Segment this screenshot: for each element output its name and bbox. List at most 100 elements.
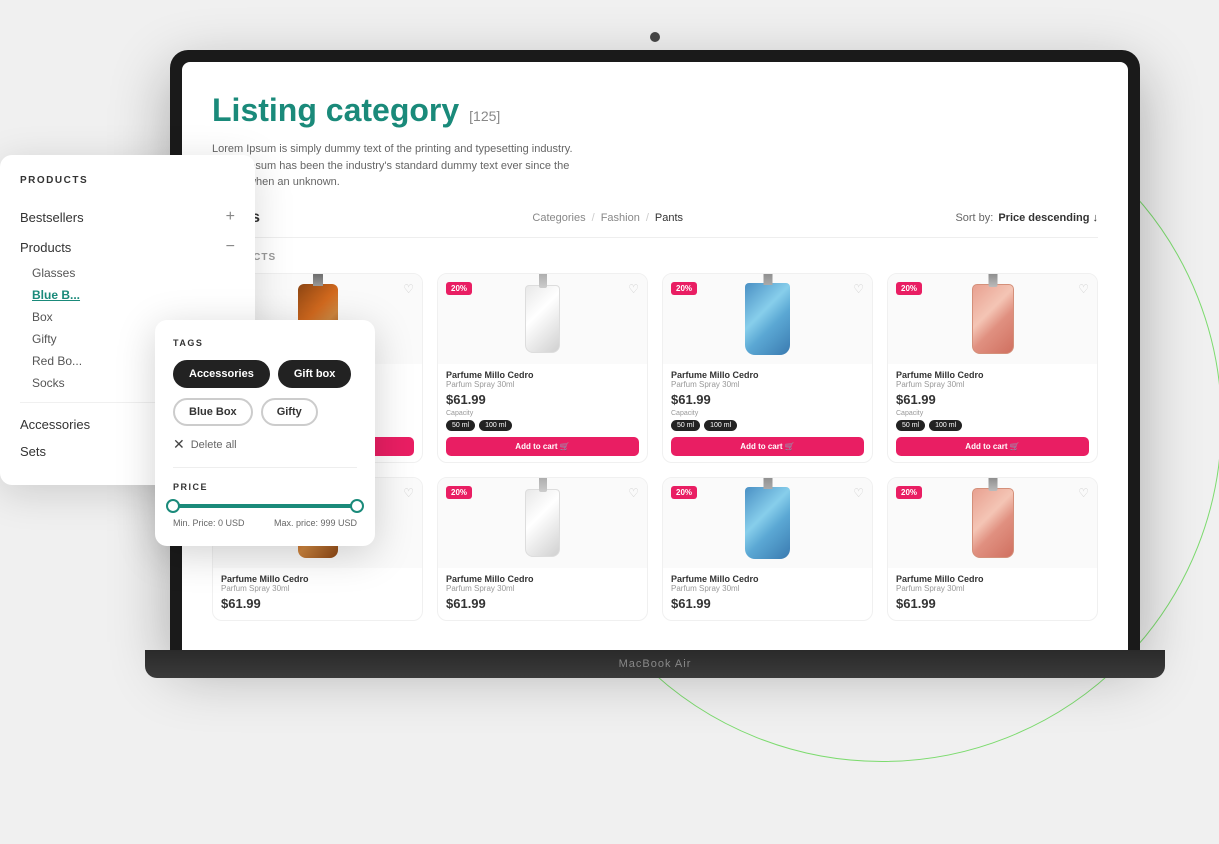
heart-icon[interactable]: ♡ (853, 282, 864, 296)
tag-giftbox[interactable]: Gift box (278, 360, 352, 388)
sidebar-bestsellers-label: Bestsellers (20, 210, 84, 225)
product-info: Parfume Millo Cedro Parfum Spray 30ml $6… (888, 568, 1097, 620)
sidebar-item-bestsellers[interactable]: Bestsellers + (20, 202, 235, 232)
capacity-buttons: 50 ml 100 ml (446, 420, 639, 431)
product-price: $61.99 (896, 392, 1089, 407)
bottle-white-icon (525, 489, 560, 557)
product-badge: 20% (446, 282, 472, 295)
cap-50ml[interactable]: 50 ml (896, 420, 925, 431)
price-slider-track (173, 504, 357, 508)
outline-tags-row: Blue Box Gifty (173, 398, 357, 426)
product-price: $61.99 (896, 596, 1089, 611)
product-name: Parfume Millo Cedro (896, 574, 1089, 584)
scene: Listing category [125] Lorem Ipsum is si… (0, 0, 1219, 844)
bottle-peach-icon (972, 284, 1014, 354)
add-to-cart-button[interactable]: Add to cart 🛒 (896, 437, 1089, 456)
capacity-buttons: 50 ml 100 ml (896, 420, 1089, 431)
sidebar-sets-label: Sets (20, 444, 46, 459)
cap-50ml[interactable]: 50 ml (671, 420, 700, 431)
bottle-blue-icon (745, 487, 790, 559)
capacity-buttons: 50 ml 100 ml (671, 420, 864, 431)
products-section-label: PRODUCTS (212, 252, 1098, 263)
product-name: Parfume Millo Cedro (896, 370, 1089, 380)
product-card: 20% ♡ Parfume Millo Cedro Parfum Spray 3… (887, 477, 1098, 621)
breadcrumb-fashion[interactable]: Fashion (601, 212, 640, 224)
product-sub: Parfum Spray 30ml (896, 584, 1089, 593)
heart-icon[interactable]: ♡ (1078, 486, 1089, 500)
laptop-brand: MacBook Air (619, 658, 692, 670)
product-card: 20% ♡ Parfume Millo Cedro Parfum Spray 3… (662, 477, 873, 621)
laptop-base: MacBook Air (145, 650, 1165, 678)
product-price: $61.99 (671, 392, 864, 407)
product-sub: Parfum Spray 30ml (446, 380, 639, 389)
laptop-camera (650, 32, 660, 42)
breadcrumb: Categories / Fashion / Pants (532, 212, 683, 224)
expand-icon: + (226, 208, 235, 226)
product-badge: 20% (896, 486, 922, 499)
product-info: Parfume Millo Cedro Parfum Spray 30ml $6… (213, 568, 422, 620)
product-card: 20% ♡ Parfume Millo Cedro Parfum Spray 3… (437, 273, 648, 463)
product-sub: Parfum Spray 30ml (671, 380, 864, 389)
heart-icon[interactable]: ♡ (1078, 282, 1089, 296)
heart-icon[interactable]: ♡ (628, 486, 639, 500)
heart-icon[interactable]: ♡ (403, 486, 414, 500)
product-price: $61.99 (446, 596, 639, 611)
product-card: 20% ♡ Parfume Millo Cedro Parfum Spray 3… (887, 273, 1098, 463)
add-to-cart-button[interactable]: Add to cart 🛒 (446, 437, 639, 456)
page-title-row: Listing category [125] (212, 92, 1098, 129)
page-count: [125] (469, 108, 500, 124)
product-card: 20% ♡ Parfume Millo Cedro Parfum Spray 3… (662, 273, 873, 463)
add-to-cart-button[interactable]: Add to cart 🛒 (671, 437, 864, 456)
sidebar-item-products[interactable]: Products − (20, 232, 235, 262)
delete-all-label: Delete all (191, 439, 237, 451)
sidebar-sub-bluebox[interactable]: Blue B... (32, 284, 235, 306)
cap-100ml[interactable]: 100 ml (704, 420, 737, 431)
heart-icon[interactable]: ♡ (853, 486, 864, 500)
tags-title: TAGS (173, 338, 357, 348)
breadcrumb-categories[interactable]: Categories (532, 212, 585, 224)
bottle-white-icon (525, 285, 560, 353)
filters-row: Filters Categories / Fashion / Pants Sor… (212, 209, 1098, 238)
tag-gifty[interactable]: Gifty (261, 398, 318, 426)
product-name: Parfume Millo Cedro (446, 574, 639, 584)
heart-icon[interactable]: ♡ (403, 282, 414, 296)
sidebar-sub-glasses[interactable]: Glasses (32, 262, 235, 284)
price-thumb-min[interactable] (166, 499, 180, 513)
product-info: Parfume Millo Cedro Parfum Spray 30ml $6… (438, 568, 647, 620)
product-name: Parfume Millo Cedro (221, 574, 414, 584)
product-name: Parfume Millo Cedro (446, 370, 639, 380)
price-thumb-max[interactable] (350, 499, 364, 513)
price-title: PRICE (173, 482, 357, 492)
tags-popup: TAGS Accessories Gift box Blue Box Gifty… (155, 320, 375, 546)
sort-value[interactable]: Price descending ↓ (998, 212, 1098, 224)
product-badge: 20% (671, 282, 697, 295)
product-sub: Parfum Spray 30ml (671, 584, 864, 593)
product-price: $61.99 (446, 392, 639, 407)
heart-icon[interactable]: ♡ (628, 282, 639, 296)
price-max-label: Max. price: 999 USD (274, 518, 357, 528)
product-price: $61.99 (221, 596, 414, 611)
tag-bluebox[interactable]: Blue Box (173, 398, 253, 426)
delete-all-button[interactable]: ✕ Delete all (173, 436, 357, 453)
product-card: 20% ♡ Parfume Millo Cedro Parfum Spray 3… (437, 477, 648, 621)
tag-accessories[interactable]: Accessories (173, 360, 270, 388)
breadcrumb-sep-1: / (592, 212, 595, 224)
cap-100ml[interactable]: 100 ml (929, 420, 962, 431)
cap-100ml[interactable]: 100 ml (479, 420, 512, 431)
product-sub: Parfum Spray 30ml (896, 380, 1089, 389)
price-slider-fill (173, 504, 357, 508)
active-tags-row: Accessories Gift box (173, 360, 357, 388)
product-info: Parfume Millo Cedro Parfum Spray 30ml $6… (438, 364, 647, 462)
price-min-label: Min. Price: 0 USD (173, 518, 245, 528)
sidebar-title: PRODUCTS (20, 175, 235, 186)
product-badge: 20% (896, 282, 922, 295)
bottle-peach-icon (972, 488, 1014, 558)
page-description: Lorem Ipsum is simply dummy text of the … (212, 141, 592, 191)
breadcrumb-pants[interactable]: Pants (655, 212, 683, 224)
bottle-blue-icon (745, 283, 790, 355)
capacity-label: Capacity (896, 410, 1089, 417)
cap-50ml[interactable]: 50 ml (446, 420, 475, 431)
sort-label: Sort by: (955, 212, 993, 224)
product-badge: 20% (446, 486, 472, 499)
product-badge: 20% (671, 486, 697, 499)
